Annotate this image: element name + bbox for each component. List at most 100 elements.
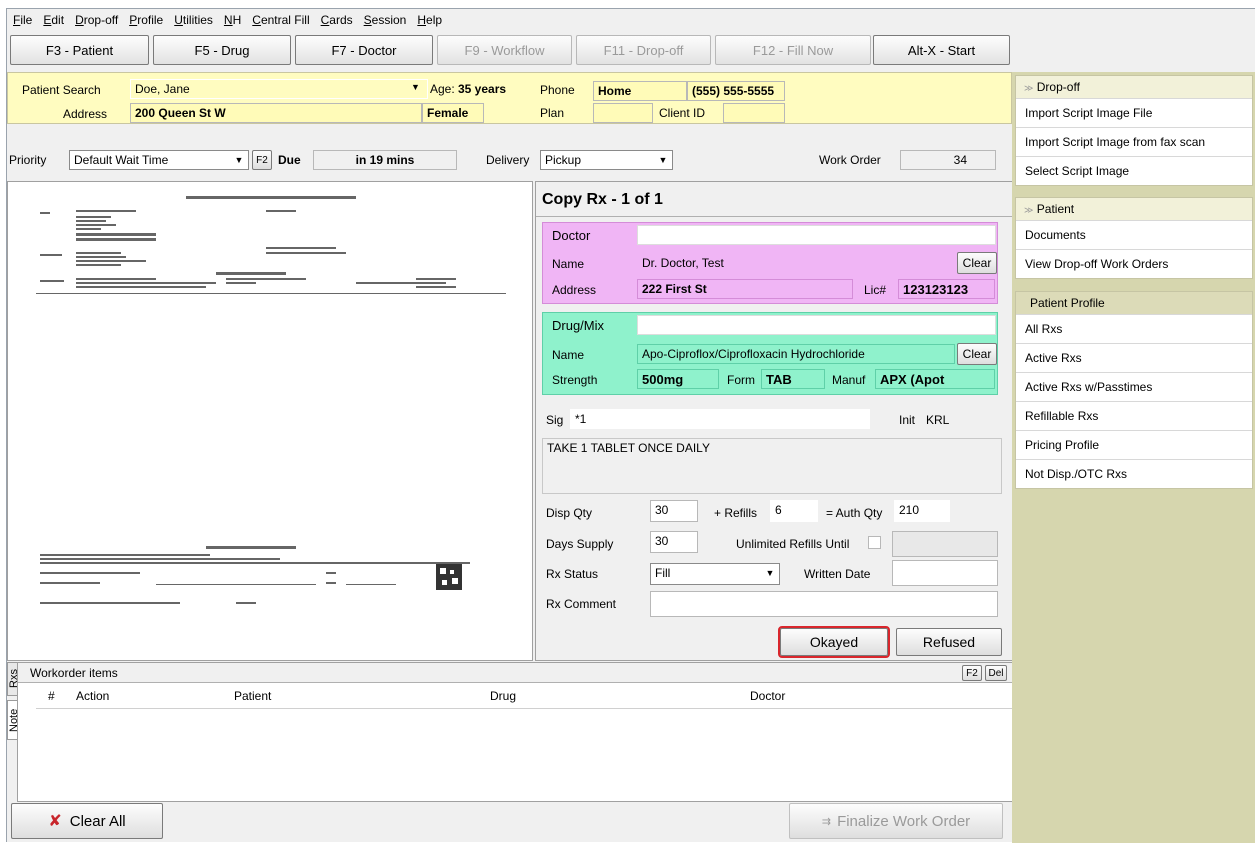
profile-pricing-profile[interactable]: Pricing Profile: [1016, 430, 1252, 459]
manuf-label: Manuf: [832, 373, 866, 387]
close-icon: ✘: [48, 813, 62, 830]
patient-panel: Patient Search Doe, Jane ▼ Age: 35 years…: [7, 72, 1012, 124]
disp-qty-label: Disp Qty: [546, 506, 593, 520]
disp-qty-field[interactable]: 30: [650, 500, 698, 522]
unlimited-refills-checkbox[interactable]: [868, 536, 881, 549]
profile-not-disp-otc-rxs[interactable]: Not Disp./OTC Rxs: [1016, 459, 1252, 488]
clear-all-button[interactable]: ✘ Clear All: [11, 803, 163, 839]
patient-profile-title[interactable]: Patient Profile: [1016, 292, 1252, 314]
form-label: Form: [727, 373, 755, 387]
rx-comment-field[interactable]: [650, 591, 998, 617]
drug-clear-button[interactable]: Clear: [957, 343, 997, 365]
unlimited-until-date-field: [892, 531, 998, 557]
menu-help[interactable]: Help: [417, 13, 442, 27]
init-label: Init: [899, 413, 916, 427]
rx-comment-label: Rx Comment: [546, 597, 617, 611]
view-dropoff-work-orders-link[interactable]: View Drop-off Work Orders: [1016, 249, 1252, 278]
column-doctor[interactable]: Doctor: [750, 689, 785, 703]
okayed-button[interactable]: Okayed: [778, 626, 890, 658]
refills-label: + Refills: [714, 506, 758, 520]
import-script-image-fax[interactable]: Import Script Image from fax scan: [1016, 127, 1252, 156]
import-script-image-file[interactable]: Import Script Image File: [1016, 98, 1252, 127]
patient-search-input[interactable]: Doe, Jane: [130, 79, 428, 99]
script-image: [36, 196, 506, 604]
plan-field[interactable]: [593, 103, 653, 123]
menu-nh[interactable]: NH: [224, 13, 241, 27]
finalize-work-order-button[interactable]: ⇉ Finalize Work Order: [789, 803, 1003, 839]
menu-file[interactable]: File: [13, 13, 32, 27]
workorder-delete-button[interactable]: Del: [985, 665, 1007, 681]
strength-field[interactable]: 500mg: [637, 369, 719, 389]
priority-row: Priority Default Wait Time ▼ F2 Due in 1…: [7, 146, 1012, 174]
column-number[interactable]: #: [48, 689, 55, 703]
profile-active-rxs-passtimes[interactable]: Active Rxs w/Passtimes: [1016, 372, 1252, 401]
written-date-field[interactable]: [892, 560, 998, 586]
refused-button[interactable]: Refused: [896, 628, 1002, 656]
drug-search-input[interactable]: [637, 315, 996, 335]
menu-cards[interactable]: Cards: [321, 13, 353, 27]
f5-drug-button[interactable]: F5 - Drug: [153, 35, 291, 65]
column-patient[interactable]: Patient: [234, 689, 271, 703]
f3-patient-button[interactable]: F3 - Patient: [10, 35, 149, 65]
profile-all-rxs[interactable]: All Rxs: [1016, 314, 1252, 343]
f7-doctor-button[interactable]: F7 - Doctor: [295, 35, 433, 65]
chevron-down-icon[interactable]: ▼: [411, 82, 420, 92]
menu-session[interactable]: Session: [364, 13, 407, 27]
script-image-pane[interactable]: [7, 181, 533, 661]
priority-f2-button[interactable]: F2: [252, 150, 272, 170]
days-supply-field[interactable]: 30: [650, 531, 698, 553]
doctor-search-input[interactable]: [637, 225, 996, 245]
f9-workflow-button[interactable]: F9 - Workflow: [437, 35, 572, 65]
menu-bar: File Edit Drop-off Profile Utilities NH …: [7, 9, 1255, 31]
f12-fill-now-button[interactable]: F12 - Fill Now: [715, 35, 871, 65]
client-id-field[interactable]: [723, 103, 785, 123]
column-drug[interactable]: Drug: [490, 689, 516, 703]
menu-dropoff[interactable]: Drop-off: [75, 13, 118, 27]
sig-input[interactable]: *1: [570, 409, 870, 429]
doctor-name-field[interactable]: Dr. Doctor, Test: [637, 253, 955, 273]
f11-dropoff-button[interactable]: F11 - Drop-off: [576, 35, 711, 65]
dropoff-group-header[interactable]: ≫ Drop-off: [1016, 76, 1252, 98]
select-script-image[interactable]: Select Script Image: [1016, 156, 1252, 185]
doctor-name-label: Name: [552, 257, 585, 271]
menu-utilities[interactable]: Utilities: [174, 13, 213, 27]
delivery-select[interactable]: Pickup ▼: [540, 150, 673, 170]
rx-status-select[interactable]: Fill ▼: [650, 563, 780, 585]
menu-profile[interactable]: Profile: [129, 13, 163, 27]
alt-x-start-button[interactable]: Alt-X - Start: [873, 35, 1010, 65]
drug-section-label: Drug/Mix: [552, 318, 605, 333]
menu-edit[interactable]: Edit: [43, 13, 64, 27]
doctor-clear-button[interactable]: Clear: [957, 252, 997, 274]
profile-refillable-rxs[interactable]: Refillable Rxs: [1016, 401, 1252, 430]
phone-field[interactable]: (555) 555-5555: [687, 81, 785, 101]
chevron-down-icon: ▼: [765, 568, 775, 578]
doctor-section-label: Doctor: [552, 228, 591, 243]
age-label: Age:: [430, 82, 455, 96]
gender-field[interactable]: Female: [422, 103, 484, 123]
doctor-section: Doctor Name Dr. Doctor, Test Clear Addre…: [542, 222, 998, 304]
due-field: in 19 mins: [313, 150, 457, 170]
priority-label: Priority: [9, 153, 47, 167]
delivery-label: Delivery: [486, 153, 530, 167]
phone-type-field[interactable]: Home: [593, 81, 687, 101]
auth-qty-field[interactable]: 210: [894, 500, 950, 522]
doctor-address-field[interactable]: 222 First St: [637, 279, 853, 299]
refills-field[interactable]: 6: [770, 500, 818, 522]
lic-field[interactable]: 123123123: [898, 279, 995, 299]
form-field[interactable]: TAB: [761, 369, 825, 389]
profile-active-rxs[interactable]: Active Rxs: [1016, 343, 1252, 372]
documents-link[interactable]: Documents: [1016, 220, 1252, 249]
menu-central-fill[interactable]: Central Fill: [252, 13, 309, 27]
finalize-label: Finalize Work Order: [837, 812, 971, 830]
manuf-field[interactable]: APX (Apot: [875, 369, 995, 389]
patient-group-header[interactable]: ≫ Patient: [1016, 198, 1252, 220]
chevron-down-icon: ▼: [234, 155, 244, 165]
workorder-title: Workorder items: [30, 666, 118, 680]
address-field[interactable]: 200 Queen St W: [130, 103, 422, 123]
doctor-address-label: Address: [552, 283, 597, 297]
priority-select[interactable]: Default Wait Time ▼: [69, 150, 249, 170]
column-action[interactable]: Action: [76, 689, 109, 703]
drug-name-field[interactable]: Apo-Ciproflox/Ciprofloxacin Hydrochlorid…: [637, 344, 955, 364]
patient-group: ≫ Patient Documents View Drop-off Work O…: [1015, 197, 1253, 279]
workorder-f2-button[interactable]: F2: [962, 665, 982, 681]
